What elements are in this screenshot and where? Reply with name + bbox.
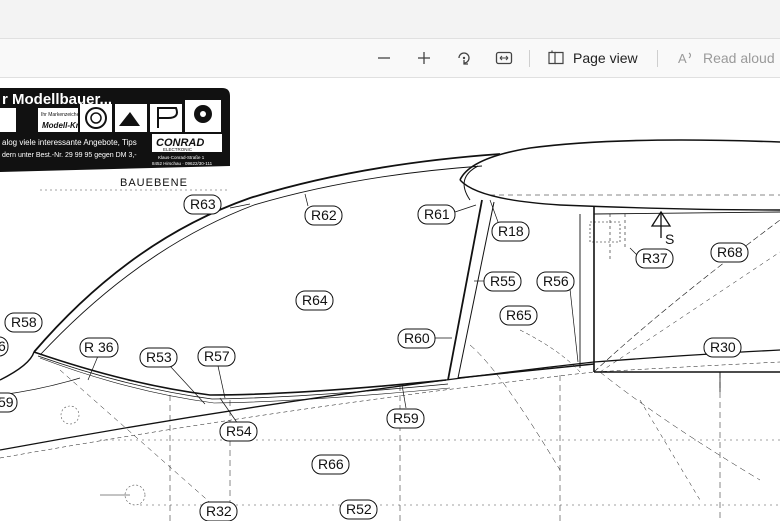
svg-text:R32: R32 [206, 503, 232, 519]
svg-text:R66: R66 [318, 456, 344, 472]
svg-text:R55: R55 [490, 273, 516, 289]
stamp-address-1: Klaus-Conrad-Straße 1 [158, 155, 205, 160]
label-r64[interactable]: R64 [295, 290, 334, 311]
document-canvas[interactable]: r Modellbauer... Ihr Markenzeichen für M… [0, 78, 780, 521]
label-r53[interactable]: R53 [139, 347, 178, 368]
stamp-catalog-1: alog viele interessante Angebote, Tips [2, 138, 137, 147]
plus-icon [418, 52, 430, 64]
label-r52[interactable]: R52 [339, 499, 378, 520]
tab-strip [0, 0, 780, 38]
label-r57[interactable]: R57 [197, 346, 236, 367]
svg-text:R63: R63 [190, 196, 216, 212]
svg-text:R61: R61 [424, 206, 450, 222]
svg-text:R53: R53 [146, 349, 172, 365]
svg-text:6: 6 [0, 338, 6, 354]
label-r68[interactable]: R68 [710, 242, 749, 263]
read-aloud-label: Read aloud [703, 50, 775, 66]
svg-text:R30: R30 [710, 339, 736, 355]
svg-text:R60: R60 [404, 330, 430, 346]
label-r59[interactable]: R59 [386, 408, 425, 429]
label-r60[interactable]: R60 [397, 328, 436, 349]
read-aloud-icon: A [678, 51, 692, 66]
svg-text:R57: R57 [204, 348, 230, 364]
label-partial-left-2[interactable]: 59 [0, 392, 18, 413]
svg-text:R56: R56 [543, 273, 569, 289]
label-r62[interactable]: R62 [304, 205, 343, 226]
label-r58[interactable]: R58 [4, 312, 43, 333]
svg-text:R68: R68 [717, 244, 743, 260]
wing-airfoil [459, 139, 780, 211]
fuselage-frame [579, 206, 780, 392]
page-view-button[interactable]: Page view [543, 43, 651, 73]
toolbar-divider [529, 50, 530, 67]
svg-text:R59: R59 [393, 410, 419, 426]
page-view-label: Page view [573, 50, 638, 66]
construction-plan-drawing: r Modellbauer... Ihr Markenzeichen für M… [0, 88, 780, 521]
page-view-icon [548, 50, 564, 65]
minus-icon [378, 57, 390, 59]
svg-text:59: 59 [0, 394, 14, 410]
svg-text:R62: R62 [311, 207, 337, 223]
svg-text:R54: R54 [226, 423, 252, 439]
svg-text:R52: R52 [346, 501, 372, 517]
svg-text:A: A [678, 51, 687, 66]
label-r54[interactable]: R54 [219, 421, 258, 442]
rotate-icon [458, 52, 470, 65]
svg-text:R18: R18 [498, 223, 524, 239]
bauebene-label: BAUEBENE [120, 177, 188, 189]
fit-width-button[interactable] [491, 43, 517, 73]
stamp-company-sub: ELECTRONIC [163, 147, 193, 152]
label-r63[interactable]: R63 [183, 194, 222, 215]
label-r55[interactable]: R55 [483, 271, 522, 292]
toolbar-divider [657, 50, 658, 67]
conrad-stamp: r Modellbauer... Ihr Markenzeichen für M… [0, 88, 230, 172]
label-r36[interactable]: R 36 [79, 337, 119, 358]
center-of-gravity-marker: S [650, 210, 674, 247]
label-r65[interactable]: R65 [499, 305, 538, 326]
label-r30[interactable]: R30 [703, 337, 742, 358]
svg-text:R64: R64 [302, 292, 328, 308]
stamp-catalog-2: dern unter Best.-Nr. 29 99 95 gegen DM 3… [2, 152, 137, 159]
stamp-address-2: 8452 Hirschau · 09622/30-111 [152, 161, 213, 166]
label-r37[interactable]: R37 [635, 248, 674, 269]
label-r32[interactable]: R32 [199, 501, 238, 521]
label-r56[interactable]: R56 [536, 271, 575, 292]
s-marker-label: S [665, 231, 674, 247]
svg-text:R58: R58 [11, 314, 37, 330]
label-r66[interactable]: R66 [311, 454, 350, 475]
pdf-toolbar: Page view A Read aloud [0, 38, 780, 78]
label-r61[interactable]: R61 [417, 204, 456, 225]
svg-text:R65: R65 [506, 307, 532, 323]
zoom-out-button[interactable] [371, 43, 397, 73]
label-partial-left-1[interactable]: 6 [0, 336, 9, 357]
zoom-in-button[interactable] [411, 43, 437, 73]
part-labels: R63 R62 R61 R18 R55 R56 R37 R68 R64 R65 … [0, 194, 749, 521]
svg-text:R37: R37 [642, 250, 668, 266]
read-aloud-button[interactable]: A Read aloud [673, 43, 780, 73]
rotate-button[interactable] [451, 43, 477, 73]
svg-text:R 36: R 36 [84, 339, 114, 355]
label-r18[interactable]: R18 [491, 221, 530, 242]
fit-width-icon [495, 51, 513, 65]
